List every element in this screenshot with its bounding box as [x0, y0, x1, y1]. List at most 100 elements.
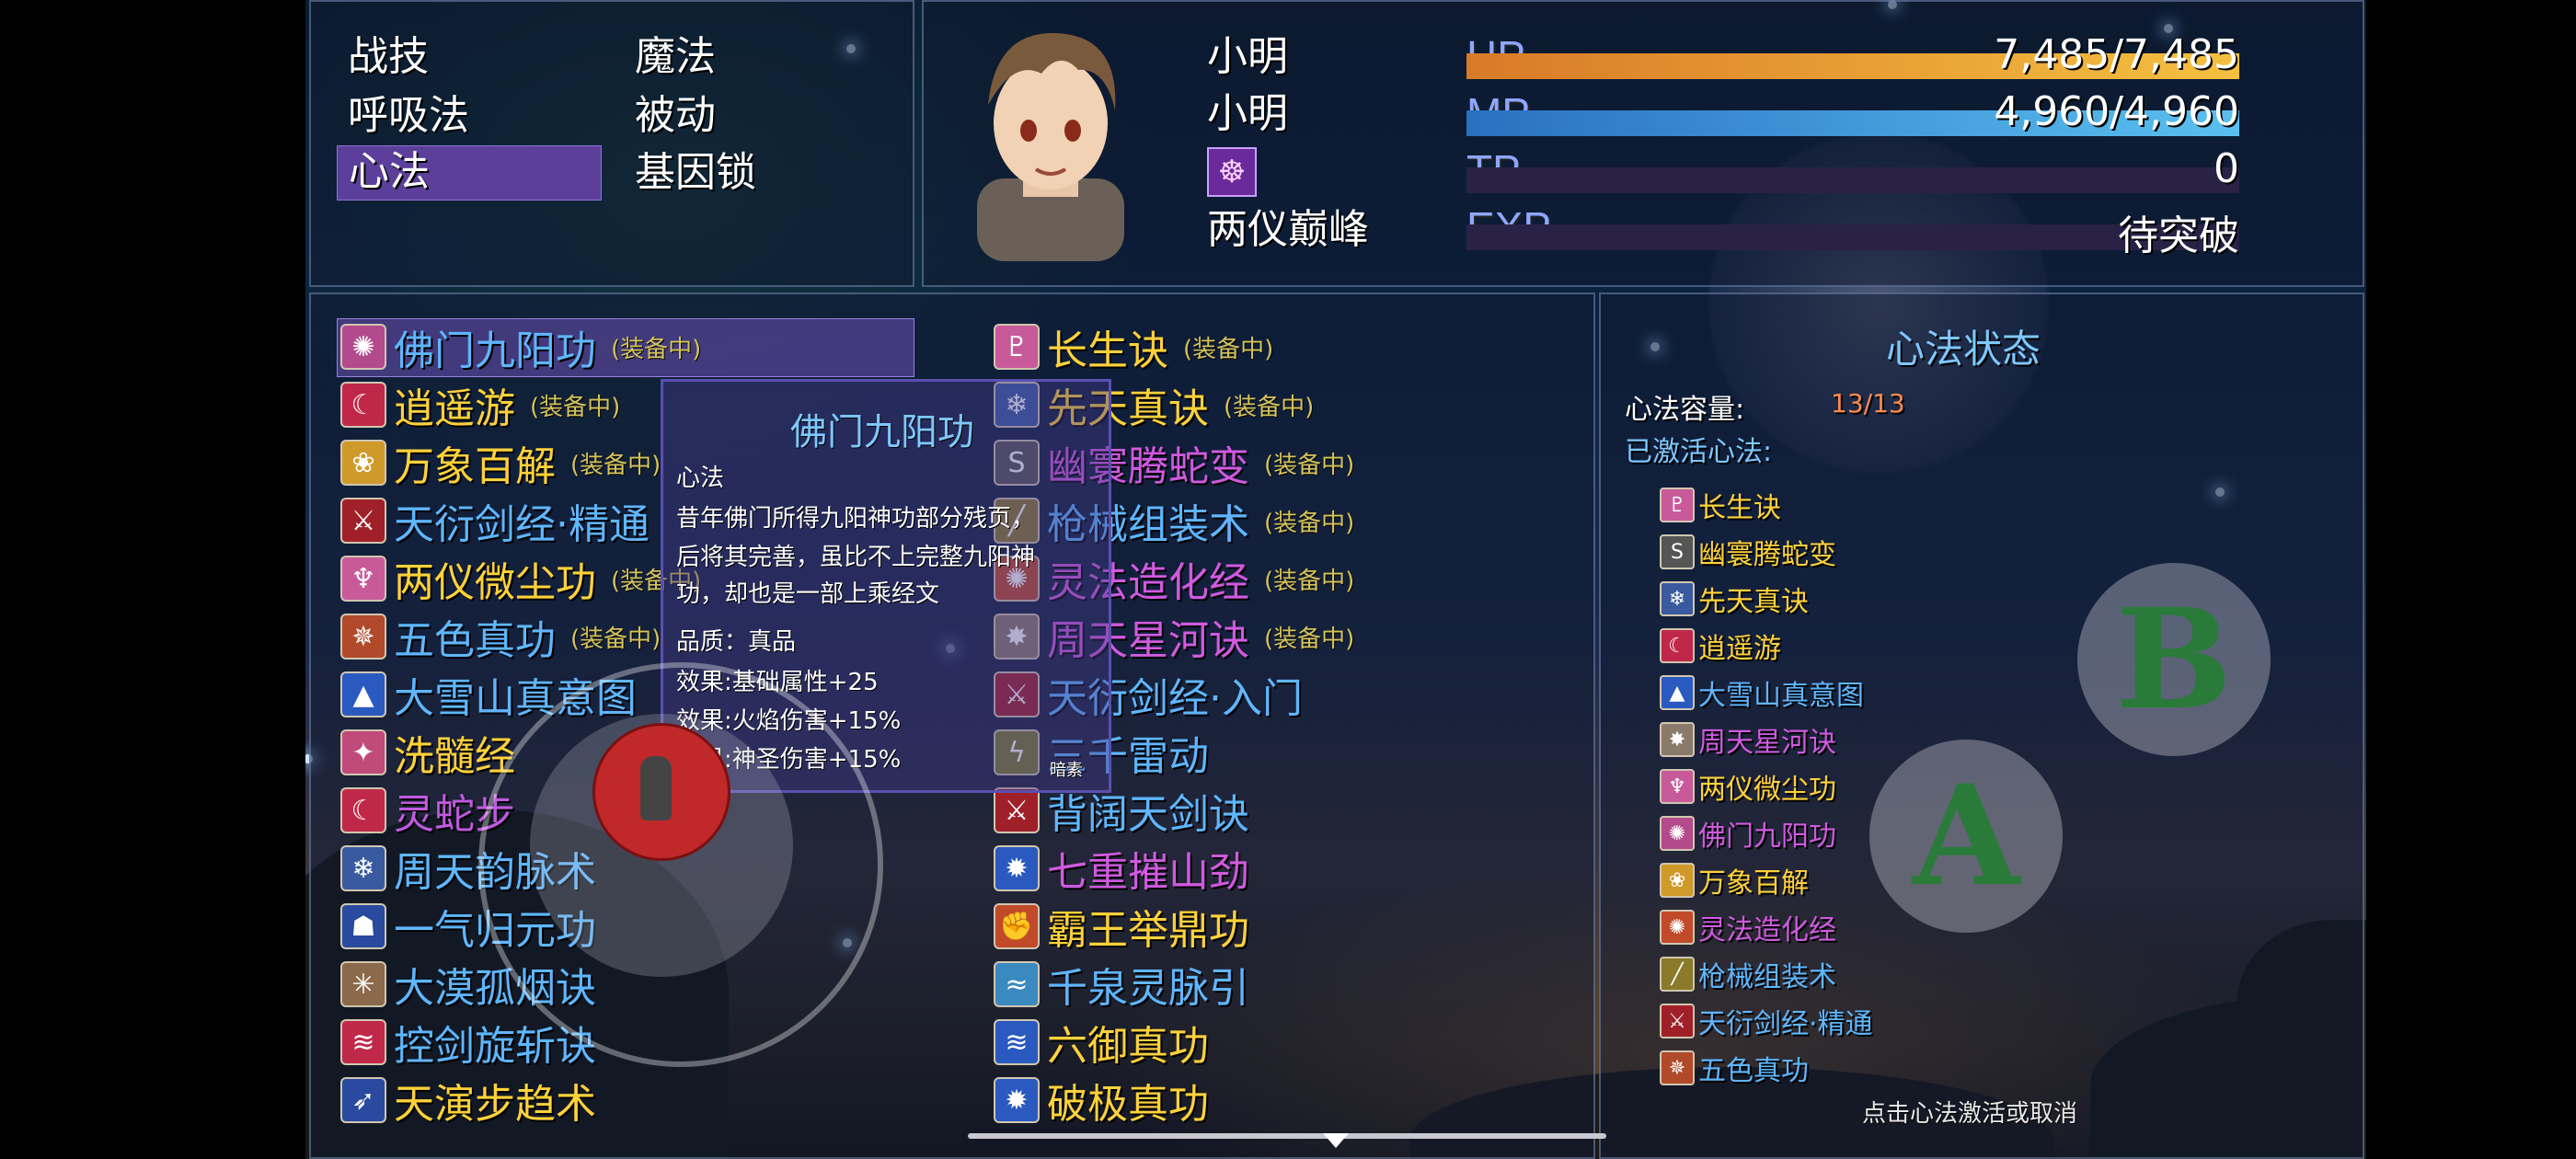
- active-mind-method-row[interactable]: ♆ 两仪微尘功: [1660, 765, 1836, 808]
- skill-icon: ♆: [340, 556, 386, 602]
- active-mind-method-icon: ✵: [1660, 1050, 1695, 1085]
- active-mind-method-row[interactable]: S 幽寰腾蛇变: [1660, 531, 1836, 573]
- equipped-tag: (装备中): [530, 393, 621, 421]
- actor-level-title: 两仪巅峰: [1207, 206, 1369, 253]
- skill-row[interactable]: ✊ 霸王举鼎功: [994, 900, 1249, 954]
- skill-row[interactable]: ✵ 五色真功 (装备中): [340, 610, 661, 664]
- equipped-tag: (装备中): [570, 625, 661, 653]
- active-mind-method-icon: ⚔: [1660, 1004, 1695, 1039]
- command-magic[interactable]: 魔法: [635, 31, 716, 83]
- actor-portrait: [977, 32, 1124, 261]
- active-mind-method-icon: S: [1660, 534, 1695, 569]
- equipped-tag: (装备中): [1264, 567, 1355, 595]
- active-mind-method-name: 大雪山真意图: [1698, 680, 1864, 712]
- skill-row[interactable]: ☾ 逍遥游 (装备中): [340, 378, 621, 432]
- skill-row[interactable]: ≈ 千泉灵脉引: [994, 958, 1249, 1012]
- skill-name: 逍遥游: [394, 385, 515, 432]
- command-gene-lock[interactable]: 基因锁: [635, 147, 756, 199]
- skill-row[interactable]: ≋ 六御真功: [994, 1016, 1209, 1070]
- skill-name: 千泉灵脉引: [1047, 965, 1249, 1012]
- skill-name: 破极真功: [1047, 1081, 1209, 1128]
- equipped-tag: (装备中): [1264, 509, 1355, 537]
- command-passive[interactable]: 被动: [635, 90, 716, 142]
- capacity-value: 13/13: [1831, 388, 1905, 419]
- tooltip-quality: 品质：真品: [676, 628, 797, 656]
- skill-row[interactable]: ♇ 长生诀 (装备中): [994, 320, 1274, 374]
- skill-name: 佛门九阳功: [394, 327, 596, 374]
- active-mind-method-name: 幽寰腾蛇变: [1698, 539, 1836, 571]
- skill-icon: ≋: [340, 1019, 386, 1065]
- skill-name: 五色真功: [394, 617, 556, 664]
- skill-name: 洗髓经: [394, 733, 515, 780]
- command-breathing[interactable]: 呼吸法: [348, 90, 469, 142]
- active-mind-method-icon: ☾: [1660, 628, 1695, 663]
- skill-row[interactable]: ⚔ 天衍剑经·精通: [340, 494, 650, 548]
- equipped-tag: (装备中): [1183, 335, 1274, 363]
- capacity-label: 心法容量:: [1625, 394, 1745, 426]
- skill-icon: ⚔: [340, 498, 386, 544]
- equipped-tag: (装备中): [1224, 393, 1315, 421]
- equipped-tag: (装备中): [1264, 451, 1355, 479]
- mp-value: 4,960/4,960: [1994, 88, 2239, 135]
- skill-icon: ☾: [340, 382, 386, 428]
- active-mind-method-row[interactable]: ❄ 先天真诀: [1660, 578, 1809, 620]
- active-mind-method-row[interactable]: ✺ 灵法造化经: [1660, 906, 1836, 948]
- hp-value: 7,485/7,485: [1994, 31, 2239, 78]
- b-button[interactable]: B: [2077, 563, 2271, 756]
- status-title: 心法状态: [1886, 327, 2041, 372]
- exp-value: 待突破: [2118, 212, 2239, 259]
- actor-name: 小明: [1207, 33, 1288, 80]
- skill-row[interactable]: ➶ 天演步趋术: [340, 1073, 596, 1128]
- skill-icon: ♇: [994, 324, 1040, 370]
- active-mind-method-name: 枪械组装术: [1698, 961, 1836, 993]
- tooltip-desc-3: 功，却也是一部上乘经文: [676, 580, 940, 608]
- active-mind-method-icon: ╱: [1660, 957, 1695, 992]
- active-mind-method-row[interactable]: ╱ 枪械组装术: [1660, 953, 1836, 995]
- active-mind-method-row[interactable]: ✺ 佛门九阳功: [1660, 812, 1836, 855]
- active-mind-method-row[interactable]: ♇ 长生诀: [1660, 484, 1781, 526]
- skill-icon: ✊: [994, 903, 1040, 949]
- skill-row[interactable]: ✹ 破极真功: [994, 1073, 1209, 1128]
- actor-nickname: 小明: [1207, 90, 1288, 137]
- scroll-down-arrow-icon[interactable]: [1323, 1133, 1349, 1148]
- active-mind-method-name: 两仪微尘功: [1698, 774, 1836, 806]
- active-mind-method-icon: ✺: [1660, 910, 1695, 945]
- active-mind-method-icon: ✺: [1660, 816, 1695, 851]
- active-mind-method-icon: ❄: [1660, 581, 1695, 616]
- command-skills[interactable]: 战技: [348, 31, 429, 83]
- skill-name: 两仪微尘功: [394, 559, 596, 606]
- active-mind-method-row[interactable]: ▲ 大雪山真意图: [1660, 671, 1864, 714]
- a-button[interactable]: A: [1869, 740, 2063, 933]
- skill-row[interactable]: ✺ 佛门九阳功 (装备中): [340, 320, 701, 374]
- active-mind-method-row[interactable]: ☾ 逍遥游: [1660, 625, 1781, 667]
- skill-icon: ☾: [340, 787, 386, 833]
- skill-row[interactable]: ❀ 万象百解 (装备中): [340, 436, 661, 490]
- tooltip-desc-1: 昔年佛门所得九阳神功部分残页，: [676, 505, 1036, 533]
- tooltip-title: 佛门九阳功: [790, 411, 974, 453]
- skill-row[interactable]: ♆ 两仪微尘功 (装备中): [340, 552, 701, 606]
- character-sprite: [640, 756, 672, 820]
- tooltip-stray-label: 暗素: [1050, 761, 1083, 780]
- command-mind-method-selected[interactable]: 心法: [337, 145, 602, 201]
- active-mind-method-row[interactable]: ✵ 五色真功: [1660, 1047, 1809, 1089]
- active-mind-method-row[interactable]: ❀ 万象百解: [1660, 859, 1809, 901]
- tooltip-type: 心法: [676, 465, 725, 492]
- equipped-tag: (装备中): [570, 451, 661, 479]
- skill-icon: ➶: [340, 1077, 386, 1123]
- scroll-indicator[interactable]: [968, 1133, 1606, 1139]
- active-mind-method-name: 长生诀: [1698, 492, 1781, 524]
- active-mind-method-row[interactable]: ⚔ 天衍剑经·精通: [1660, 1000, 1873, 1042]
- active-mind-method-icon: ❀: [1660, 863, 1695, 898]
- skill-icon: ≋: [994, 1019, 1040, 1065]
- skill-row[interactable]: ✦ 洗髓经: [340, 726, 515, 780]
- tooltip-desc-2: 后将其完善，虽比不上完整九阳神: [676, 544, 1036, 571]
- skill-icon: ☗: [340, 903, 386, 949]
- skill-icon: ❄: [340, 845, 386, 891]
- active-mind-method-row[interactable]: ✸ 周天星河诀: [1660, 718, 1836, 761]
- skill-row[interactable]: ✹ 七重摧山劲: [994, 842, 1249, 896]
- skill-icon: ▲: [340, 671, 386, 717]
- skill-icon: ❀: [340, 440, 386, 486]
- active-mind-method-name: 先天真诀: [1698, 586, 1809, 618]
- skill-name: 六御真功: [1047, 1023, 1209, 1070]
- status-hint: 点击心法激活或取消: [1862, 1100, 2078, 1128]
